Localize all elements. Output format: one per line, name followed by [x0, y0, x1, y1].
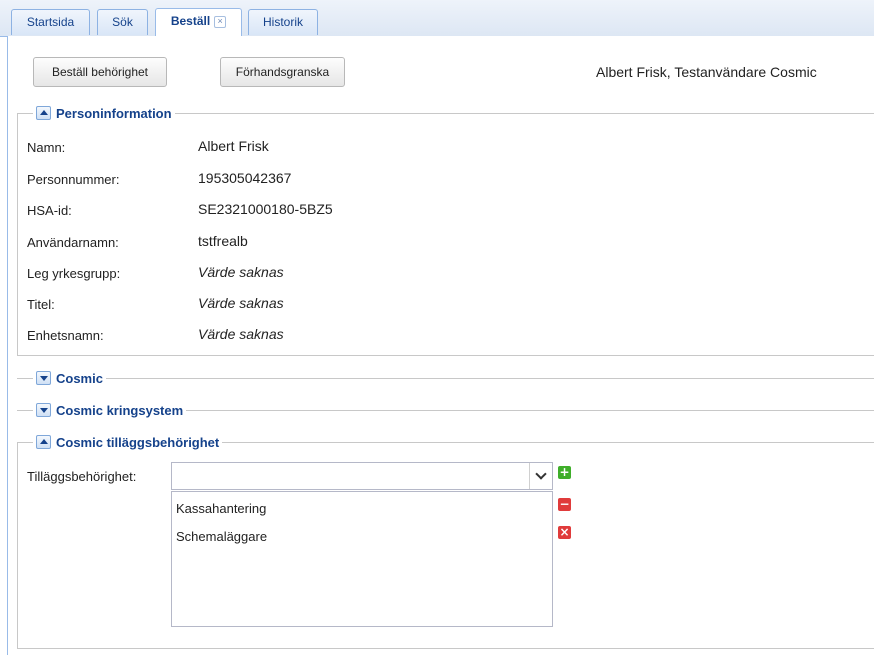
titel-value: Värde saknas [198, 295, 284, 311]
hsa-id-label: HSA-id: [27, 203, 72, 218]
leg-yrkesgrupp-value: Värde saknas [198, 264, 284, 280]
tab-close-icon[interactable]: × [214, 16, 227, 28]
fieldset-border [17, 648, 874, 649]
preview-button[interactable]: Förhandsgranska [220, 57, 345, 87]
tillagg-listbox[interactable]: Kassahantering Schemaläggare [171, 491, 553, 627]
tab-label: Historik [262, 15, 303, 29]
expand-icon[interactable] [36, 371, 51, 385]
fieldset-border [17, 113, 18, 355]
fieldset-border [17, 378, 874, 379]
expand-icon[interactable] [36, 403, 51, 417]
tab-label: Sök [112, 15, 133, 29]
legend-text: Cosmic kringsystem [56, 402, 184, 418]
tillagg-label: Tilläggsbehörighet: [27, 469, 137, 484]
remove-icon[interactable]: − [558, 498, 571, 511]
chevron-down-icon [535, 468, 547, 480]
cosmic-kringsystem-legend[interactable]: Cosmic kringsystem [33, 401, 187, 419]
collapse-icon[interactable] [36, 106, 51, 120]
cosmic-legend[interactable]: Cosmic [33, 369, 106, 387]
legend-text: Personinformation [56, 105, 172, 121]
legend-text: Cosmic [56, 370, 103, 386]
tab-bar: Startsida Sök Beställ × Historik [0, 0, 874, 37]
tab-startsida[interactable]: Startsida [11, 9, 90, 35]
collapse-icon[interactable] [36, 435, 51, 449]
hsa-id-value: SE2321000180-5BZ5 [198, 201, 333, 217]
tillagg-combobox[interactable] [171, 462, 553, 490]
tab-sok[interactable]: Sök [97, 9, 148, 35]
enhetsnamn-value: Värde saknas [198, 326, 284, 342]
legend-text: Cosmic tilläggsbehörighet [56, 434, 220, 450]
clear-icon[interactable]: × [558, 526, 571, 539]
name-label: Namn: [27, 140, 66, 155]
name-value: Albert Frisk [198, 138, 269, 154]
personnummer-value: 195305042367 [198, 170, 292, 186]
order-permission-button[interactable]: Beställ behörighet [33, 57, 167, 87]
tab-bestall[interactable]: Beställ × [155, 8, 242, 36]
list-item[interactable]: Schemaläggare [176, 529, 267, 544]
username-label: Användarnamn: [27, 235, 119, 250]
titel-label: Titel: [27, 297, 55, 312]
username-value: tstfrealb [198, 233, 248, 249]
tab-historik[interactable]: Historik [248, 9, 318, 35]
personnummer-label: Personnummer: [27, 172, 120, 187]
tab-label: Beställ [170, 14, 211, 28]
add-icon[interactable]: + [558, 466, 571, 479]
tillagg-input[interactable] [174, 465, 528, 487]
leg-yrkesgrupp-label: Leg yrkesgrupp: [27, 266, 121, 281]
fieldset-border [17, 442, 18, 648]
cosmic-tillagg-legend[interactable]: Cosmic tilläggsbehörighet [33, 433, 223, 451]
dropdown-trigger[interactable] [529, 463, 552, 489]
personinformation-legend[interactable]: Personinformation [33, 104, 175, 122]
enhetsnamn-label: Enhetsnamn: [27, 328, 104, 343]
fieldset-border [17, 355, 874, 356]
tab-label: Startsida [26, 15, 75, 29]
list-item[interactable]: Kassahantering [176, 501, 266, 516]
user-info: Albert Frisk, Testanvändare Cosmic [596, 64, 817, 80]
